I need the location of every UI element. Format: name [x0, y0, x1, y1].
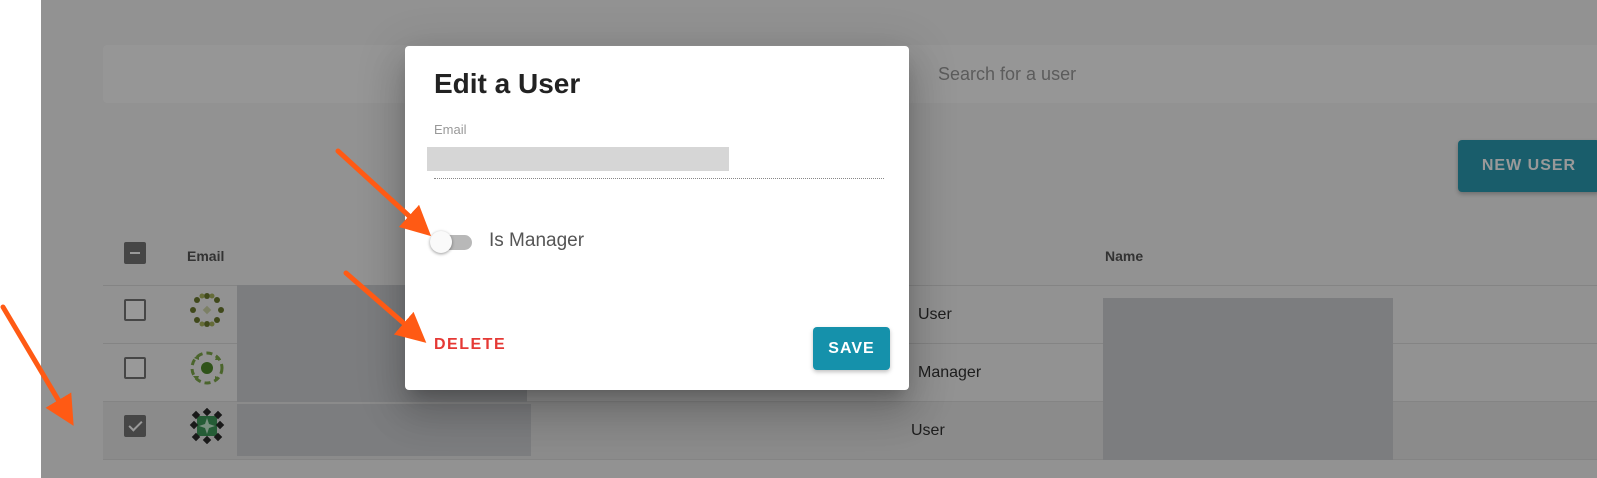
email-field[interactable] — [427, 147, 729, 171]
save-button[interactable]: SAVE — [813, 327, 890, 370]
is-manager-toggle-thumb[interactable] — [430, 231, 452, 253]
email-field-underline — [434, 178, 884, 179]
edit-user-dialog: Edit a User Email Is Manager DELETE SAVE — [405, 46, 909, 390]
dialog-title: Edit a User — [434, 68, 581, 99]
delete-button[interactable]: DELETE — [434, 336, 506, 354]
is-manager-label: Is Manager — [489, 230, 585, 251]
email-field-label: Email — [434, 122, 467, 137]
